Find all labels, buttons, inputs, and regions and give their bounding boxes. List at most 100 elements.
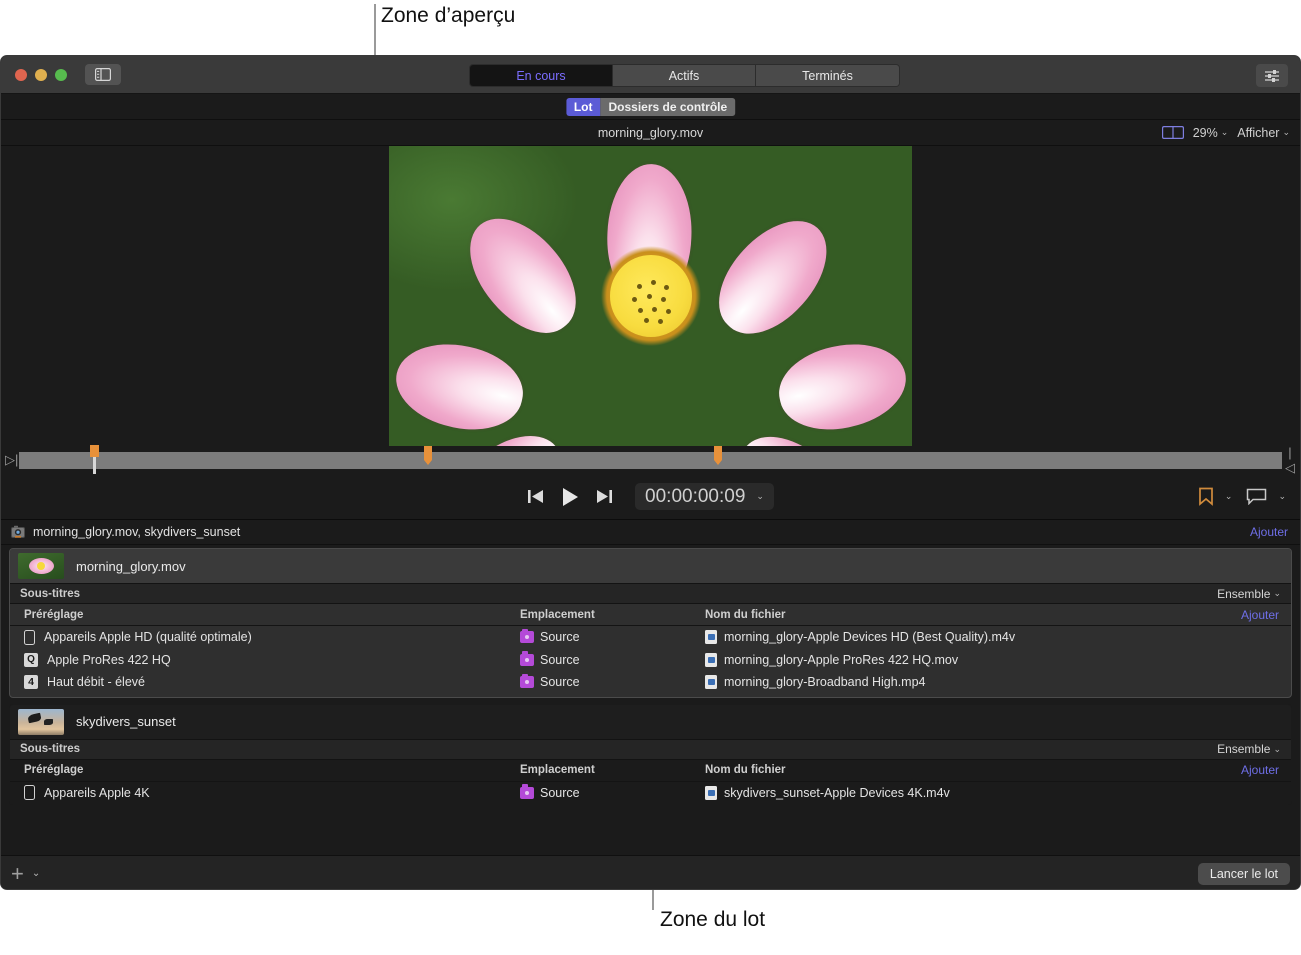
subtitles-row: Sous-titres Ensemble ⌄ xyxy=(10,583,1291,604)
table-row[interactable]: Q Apple ProRes 422 HQ Source morning_glo… xyxy=(10,649,1291,672)
add-output-link[interactable]: Ajouter xyxy=(1241,608,1279,622)
callout-label-preview: Zone d’aperçu xyxy=(381,4,516,27)
timeline-marker[interactable] xyxy=(424,445,433,465)
preset-name: Appareils Apple HD (qualité optimale) xyxy=(44,630,252,645)
window-controls xyxy=(15,68,67,81)
job-card-morning-glory[interactable]: morning_glory.mov Sous-titres Ensemble ⌄… xyxy=(9,548,1292,698)
add-output-link[interactable]: Ajouter xyxy=(1241,763,1279,777)
pill-lot[interactable]: Lot xyxy=(565,98,601,116)
location-value: Source xyxy=(540,652,580,667)
skip-to-start-button[interactable] xyxy=(527,488,546,505)
job-title-row[interactable]: morning_glory.mov xyxy=(10,549,1291,583)
scrub-start-icon[interactable]: ▷| xyxy=(5,452,18,468)
playhead[interactable] xyxy=(89,444,99,475)
thumb-skydiver xyxy=(44,718,53,725)
caption-button[interactable] xyxy=(1246,488,1267,505)
location-value: Source xyxy=(540,675,580,690)
status-tab-group[interactable]: En cours Actifs Terminés xyxy=(469,64,900,87)
folder-icon xyxy=(520,673,534,689)
output-filename: morning_glory-Broadband High.mp4 xyxy=(724,675,926,690)
chevron-down-icon: ⌄ xyxy=(1220,127,1229,137)
chevron-down-icon: ⌄ xyxy=(1273,588,1281,598)
device-icon xyxy=(24,629,35,645)
afficher-menu[interactable]: Afficher ⌄ xyxy=(1237,126,1290,140)
transport-controls: 00:00:00:09 ⌄ xyxy=(527,483,774,510)
mode-pill-group[interactable]: Lot Dossiers de contrôle xyxy=(565,98,736,116)
zoom-level-menu[interactable]: 29% ⌄ xyxy=(1193,126,1229,140)
split-view-icon xyxy=(1161,126,1184,139)
column-header-location: Emplacement xyxy=(520,608,595,621)
column-headers: Préréglage Emplacement Nom du fichier Aj… xyxy=(10,760,1291,782)
location-value: Source xyxy=(540,785,580,800)
location-value: Source xyxy=(540,630,580,645)
seed xyxy=(661,297,666,302)
tab-actifs[interactable]: Actifs xyxy=(613,65,756,86)
maximize-button[interactable] xyxy=(55,68,67,81)
seed xyxy=(638,308,643,313)
preset-name: Apple ProRes 422 HQ xyxy=(47,652,171,667)
chevron-down-icon[interactable]: ⌄ xyxy=(1278,491,1286,502)
seed xyxy=(658,319,663,324)
job-name: morning_glory.mov xyxy=(76,558,186,574)
job-thumbnail xyxy=(18,708,64,735)
column-headers: Préréglage Emplacement Nom du fichier Aj… xyxy=(10,604,1291,626)
folder-icon xyxy=(520,784,534,799)
pill-dossiers-de-controle[interactable]: Dossiers de contrôle xyxy=(600,98,736,116)
sidebar-toggle-button[interactable] xyxy=(85,64,121,85)
output-filename: morning_glory-Apple Devices HD (Best Qua… xyxy=(724,630,1016,645)
window-titlebar: En cours Actifs Terminés xyxy=(1,56,1300,94)
job-card-skydivers-sunset[interactable]: skydivers_sunset Sous-titres Ensemble ⌄ … xyxy=(9,703,1292,805)
folder-icon xyxy=(520,651,534,666)
document-icon xyxy=(705,785,717,800)
sliders-icon xyxy=(1265,69,1279,82)
add-job-button[interactable]: + ⌄ xyxy=(11,861,40,887)
tab-en-cours[interactable]: En cours xyxy=(470,65,613,86)
seed xyxy=(647,294,652,299)
job-thumbnail xyxy=(18,553,64,579)
preview-view-controls: 29% ⌄ Afficher ⌄ xyxy=(1161,126,1290,140)
job-title-row[interactable]: skydivers_sunset xyxy=(10,704,1291,739)
output-filename: morning_glory-Apple ProRes 422 HQ.mov xyxy=(724,652,959,667)
chevron-down-icon: ⌄ xyxy=(1282,127,1290,137)
subtitles-menu[interactable]: Ensemble ⌄ xyxy=(1217,587,1281,601)
play-button[interactable] xyxy=(560,487,580,507)
chevron-down-icon: ⌄ xyxy=(1273,743,1281,754)
minimize-button[interactable] xyxy=(35,68,47,81)
inspector-toggle-button[interactable] xyxy=(1256,64,1288,87)
caption-bubble-icon xyxy=(1247,488,1267,505)
chevron-down-icon[interactable]: ⌄ xyxy=(1225,491,1233,502)
scrubber-bar[interactable]: ▷| |◁ xyxy=(1,444,1300,476)
device-icon xyxy=(24,785,35,801)
preview-area xyxy=(1,146,1300,446)
table-row[interactable]: 4 Haut débit - élevé Source morning_glor… xyxy=(10,671,1291,694)
preview-filename: morning_glory.mov xyxy=(597,125,704,140)
scrub-end-icon[interactable]: |◁ xyxy=(1284,445,1296,476)
document-icon xyxy=(705,675,717,690)
skip-to-start-icon xyxy=(528,490,544,503)
timecode-field[interactable]: 00:00:00:09 ⌄ xyxy=(635,483,774,510)
preview-image[interactable] xyxy=(389,146,912,446)
batch-header: morning_glory.mov, skydivers_sunset Ajou… xyxy=(1,520,1300,545)
column-header-location: Emplacement xyxy=(520,764,595,776)
table-row[interactable]: Appareils Apple HD (qualité optimale) So… xyxy=(10,626,1291,649)
tab-termines[interactable]: Terminés xyxy=(756,65,899,86)
preview-filebar: morning_glory.mov 29% ⌄ Afficher ⌄ xyxy=(1,120,1300,146)
batch-area: morning_glory.mov, skydivers_sunset Ajou… xyxy=(1,520,1300,889)
scrubber-track[interactable] xyxy=(19,444,1282,475)
split-view-button[interactable] xyxy=(1161,126,1184,139)
close-button[interactable] xyxy=(15,68,27,81)
subtitles-label: Sous-titres xyxy=(20,587,81,600)
marker-button[interactable] xyxy=(1198,487,1214,506)
table-row[interactable]: Appareils Apple 4K Source skydivers_suns… xyxy=(10,782,1291,805)
subtitles-menu[interactable]: Ensemble ⌄ xyxy=(1217,742,1281,756)
job-name: skydivers_sunset xyxy=(76,714,176,729)
sidebar-icon xyxy=(95,68,111,81)
timeline-marker[interactable] xyxy=(713,445,722,465)
seed xyxy=(644,318,649,323)
start-batch-button[interactable]: Lancer le lot xyxy=(1197,862,1290,885)
batch-header-add-link[interactable]: Ajouter xyxy=(1250,525,1288,539)
thumb-skydiver xyxy=(27,712,42,723)
subtitles-value: Ensemble xyxy=(1217,586,1271,601)
skip-to-end-button[interactable] xyxy=(594,488,613,505)
column-header-preset: Préréglage xyxy=(24,764,84,776)
